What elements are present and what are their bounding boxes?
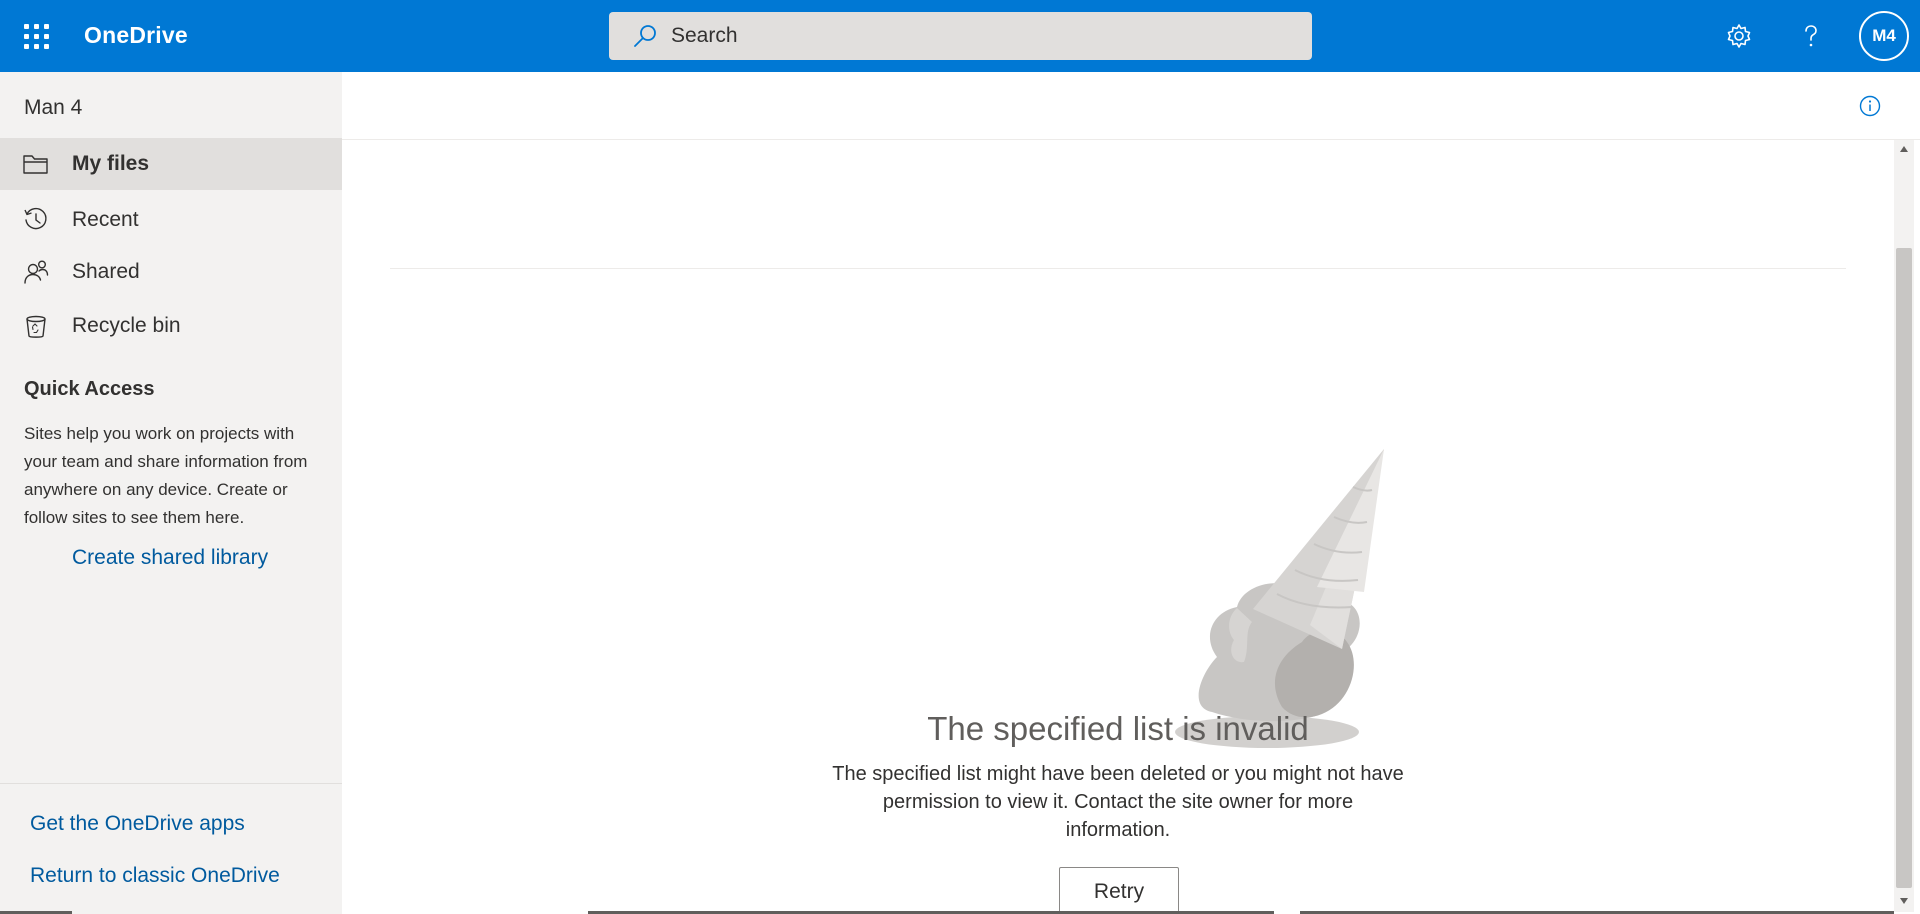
people-icon [24,260,49,284]
history-icon [24,207,47,230]
help-button[interactable] [1789,14,1833,58]
app-launcher-button[interactable] [18,18,54,54]
quick-access-title: Quick Access [24,378,155,400]
sidebar-item-recycle-bin[interactable]: Recycle bin [0,300,342,352]
user-name: Man 4 [24,96,83,119]
waffle-dot [33,23,39,29]
folder-icon [23,155,48,174]
error-description: The specified list might have been delet… [832,763,1404,841]
return-to-classic-link[interactable]: Return to classic OneDrive [30,864,280,888]
top-bar: OneDrive Search M4 [0,0,1920,72]
info-icon [1859,95,1881,117]
content-divider [390,268,1846,269]
sidebar-item-label: My files [72,152,150,175]
sidebar: Man 4 My files Recent Shared Recycle bin… [0,72,342,914]
main-content: The specified list is invalid The specif… [342,72,1920,914]
vertical-scrollbar[interactable] [1894,140,1914,912]
error-title: The specified list is invalid [927,710,1309,747]
sidebar-item-label: Recycle bin [72,314,181,337]
waffle-dot [33,43,39,49]
melted-ice-cream-illustration [1175,449,1384,748]
scrollbar-thumb[interactable] [1896,248,1912,888]
waffle-dot [43,23,49,29]
scroll-down-button[interactable] [1894,896,1914,912]
sidebar-item-label: Shared [72,260,140,283]
search-icon [634,25,656,47]
help-icon [1805,25,1817,47]
waffle-dot [33,33,39,39]
command-bar [342,72,1920,140]
sidebar-item-shared[interactable]: Shared [0,246,342,298]
avatar[interactable]: M4 [1859,11,1909,61]
sidebar-item-my-files[interactable]: My files [0,138,342,190]
scroll-up-button[interactable] [1894,144,1914,160]
retry-button[interactable]: Retry [1059,867,1179,914]
get-onedrive-apps-link[interactable]: Get the OneDrive apps [30,812,245,836]
quick-access-description: Sites help you work on projects with you… [24,424,308,527]
sidebar-item-label: Recent [72,208,139,231]
sidebar-item-recent[interactable]: Recent [0,194,342,246]
search-box[interactable]: Search [609,12,1312,60]
settings-button[interactable] [1717,14,1761,58]
scroll-up-arrow-icon [1900,146,1908,152]
gear-icon [1727,24,1751,48]
waffle-dot [23,43,29,49]
create-shared-library-link[interactable]: Create shared library [72,546,268,570]
waffle-dot [23,33,29,39]
waffle-dot [43,33,49,39]
app-name[interactable]: OneDrive [84,22,188,49]
waffle-dot [23,23,29,29]
waffle-dot [43,43,49,49]
scroll-down-arrow-icon [1900,898,1908,904]
search-input[interactable]: Search [671,24,738,48]
details-pane-button[interactable] [1854,90,1886,122]
sidebar-divider [0,783,342,784]
recycle-bin-icon [26,315,46,338]
